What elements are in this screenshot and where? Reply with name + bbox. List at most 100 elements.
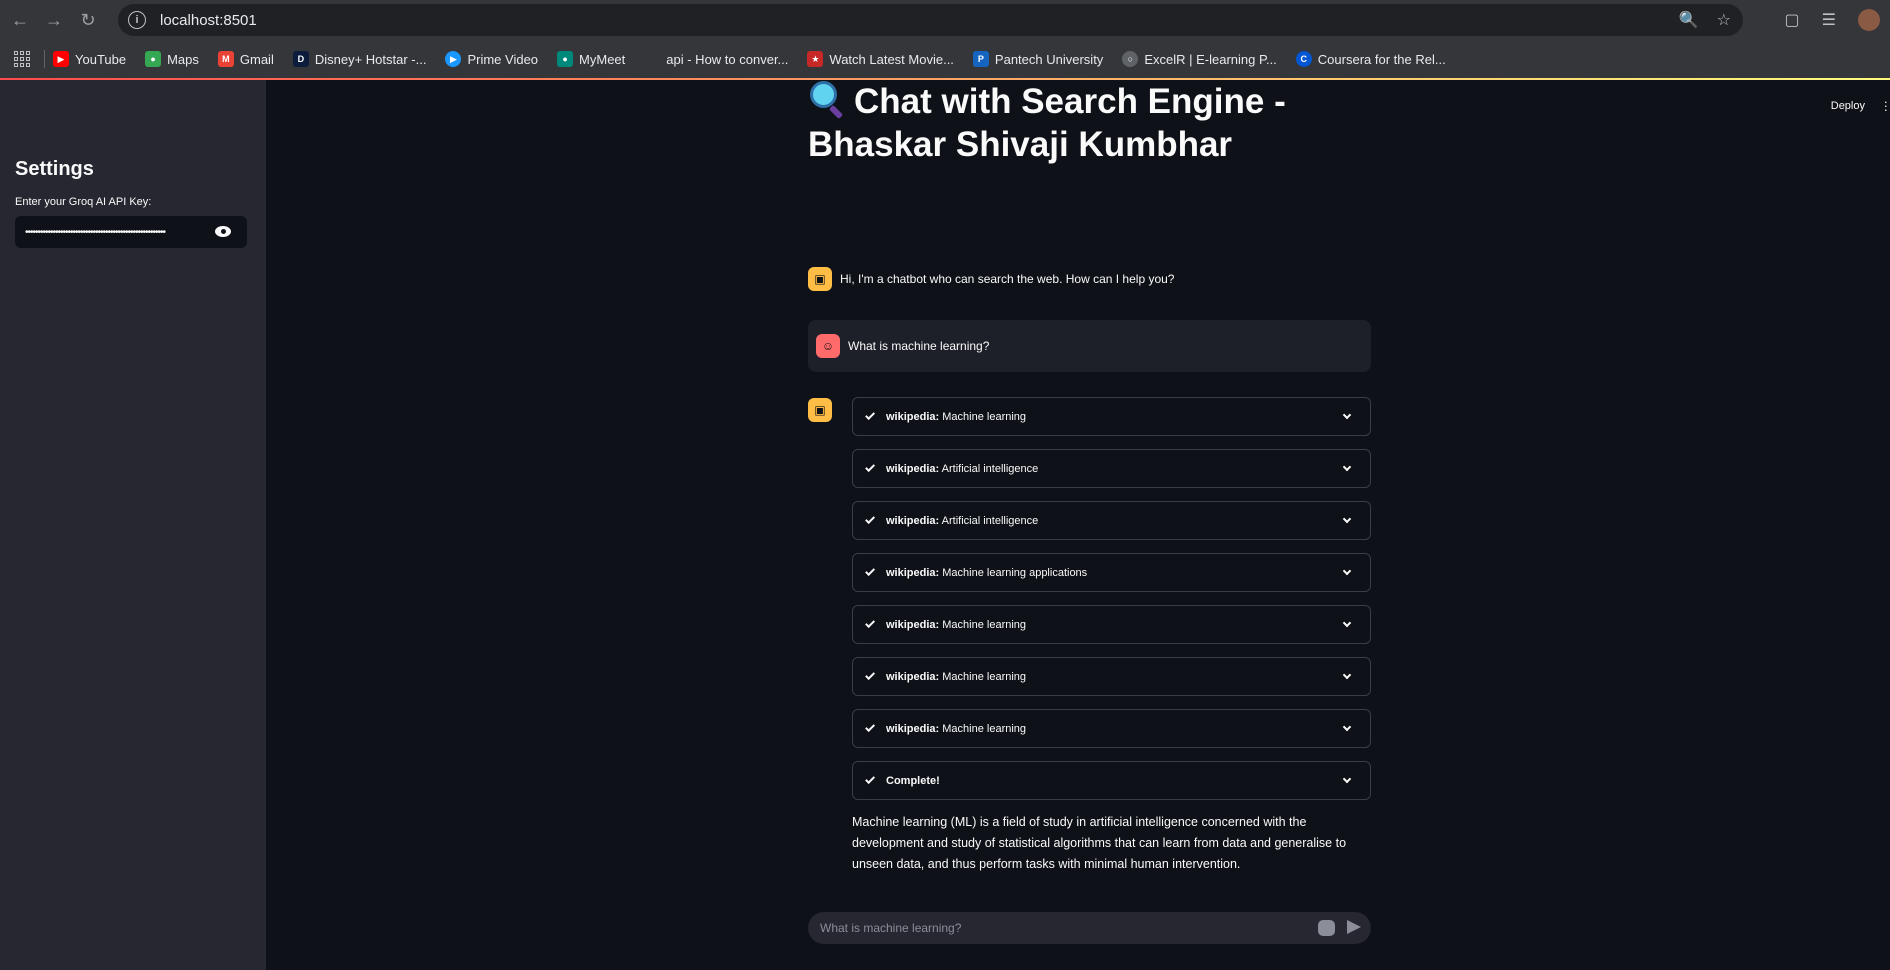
chevron-down-icon[interactable] <box>1342 410 1352 420</box>
api-key-input[interactable]: ••••••••••••••••••••••••••••••••••••••••… <box>15 216 247 248</box>
expander-query: Machine learning <box>942 410 1027 423</box>
checkmark-icon <box>865 514 876 525</box>
expander-label: wikipedia: Machine learning <box>886 723 1026 735</box>
bookmark-pantech[interactable]: P Pantech University <box>972 51 1103 67</box>
status-expander[interactable]: wikipedia: Machine learning <box>852 709 1371 748</box>
assistant-message-text: Hi, I'm a chatbot who can search the web… <box>840 272 1175 286</box>
expander-tool: wikipedia: <box>886 618 940 631</box>
chevron-down-icon[interactable] <box>1342 722 1352 732</box>
send-icon[interactable] <box>1347 920 1361 934</box>
bookmark-movies[interactable]: ★ Watch Latest Movie... <box>807 51 954 67</box>
browser-toolbar: ← → ↻ i localhost:8501 🔍 ☆ ▢ ☰ <box>0 0 1890 40</box>
expander-label: wikipedia: Artificial intelligence <box>886 515 1038 527</box>
expander-label: Complete! <box>886 775 940 787</box>
bookmark-star-icon[interactable]: ☆ <box>1717 10 1731 30</box>
expander-tool: Complete! <box>886 774 940 787</box>
checkmark-icon <box>865 670 876 681</box>
checkmark-icon <box>865 462 876 473</box>
expander-label: wikipedia: Machine learning applications <box>886 567 1087 579</box>
bookmark-coursera[interactable]: C Coursera for the Rel... <box>1295 51 1446 67</box>
expander-tool: wikipedia: <box>886 722 940 735</box>
address-url[interactable]: localhost:8501 <box>160 12 257 29</box>
expander-tool: wikipedia: <box>886 410 940 423</box>
user-avatar-icon: ☺ <box>816 334 840 358</box>
status-expander[interactable]: wikipedia: Machine learning <box>852 605 1371 644</box>
page-title: Chat with Search Engine - Bhaskar Shivaj… <box>808 80 1328 166</box>
bookmark-prime-video[interactable]: ▶ Prime Video <box>445 51 538 67</box>
pantech-icon: P <box>972 51 989 67</box>
bot-avatar-icon: ▣ <box>808 267 832 291</box>
expander-query: Machine learning <box>942 618 1027 631</box>
api-key-label: Enter your Groq AI API Key: <box>15 196 152 208</box>
bookmark-mymeet[interactable]: ● MyMeet <box>557 51 625 67</box>
show-password-eye-icon[interactable] <box>215 226 231 237</box>
apps-grid-icon[interactable] <box>14 51 30 67</box>
bookmark-excelr[interactable]: ○ ExcelR | E-learning P... <box>1122 51 1277 67</box>
zoom-icon[interactable]: 🔍 <box>1679 10 1699 30</box>
chat-message-assistant: ▣ Hi, I'm a chatbot who can search the w… <box>808 267 1371 291</box>
deploy-button[interactable]: Deploy <box>1831 100 1865 112</box>
expander-label: wikipedia: Artificial intelligence <box>886 463 1038 475</box>
bookmark-maps[interactable]: ● Maps <box>145 51 199 67</box>
chevron-down-icon[interactable] <box>1342 774 1352 784</box>
media-controls-icon[interactable]: ☰ <box>1822 10 1836 30</box>
api-key-value[interactable]: ••••••••••••••••••••••••••••••••••••••••… <box>25 227 215 238</box>
checkmark-icon <box>865 774 876 785</box>
chat-input-placeholder[interactable]: What is machine learning? <box>820 921 961 935</box>
profile-avatar[interactable] <box>1858 9 1880 31</box>
chevron-down-icon[interactable] <box>1342 514 1352 524</box>
chevron-down-icon[interactable] <box>1342 618 1352 628</box>
maps-icon: ● <box>145 51 162 67</box>
expander-label: wikipedia: Machine learning <box>886 671 1026 683</box>
expander-tool: wikipedia: <box>886 566 940 579</box>
status-expander[interactable]: wikipedia: Artificial intelligence <box>852 501 1371 540</box>
user-message-text: What is machine learning? <box>848 339 990 353</box>
expander-query: Machine learning <box>942 670 1027 683</box>
site-info-icon[interactable]: i <box>128 11 146 29</box>
chevron-down-icon[interactable] <box>1342 670 1352 680</box>
bookmark-gmail[interactable]: M Gmail <box>217 51 274 67</box>
back-arrow-icon[interactable]: ← <box>6 6 34 34</box>
status-expander[interactable]: wikipedia: Machine learning applications <box>852 553 1371 592</box>
meet-icon: ● <box>557 51 574 67</box>
status-expander[interactable]: wikipedia: Artificial intelligence <box>852 449 1371 488</box>
chat-input[interactable]: What is machine learning? <box>808 912 1371 944</box>
sidebar-title: Settings <box>15 158 94 180</box>
magnifying-glass-icon <box>808 81 846 120</box>
gmail-icon: M <box>217 51 234 67</box>
expander-tool: wikipedia: <box>886 514 940 527</box>
reload-icon[interactable]: ↻ <box>74 6 102 34</box>
bookmark-stackoverflow[interactable]: api - How to conver... <box>644 51 788 67</box>
checkmark-icon <box>865 566 876 577</box>
status-expander[interactable]: wikipedia: Machine learning <box>852 657 1371 696</box>
status-expander[interactable]: Complete! <box>852 761 1371 800</box>
chevron-down-icon[interactable] <box>1342 462 1352 472</box>
expander-query: Artificial intelligence <box>941 514 1039 527</box>
globe-icon: ○ <box>1122 51 1139 67</box>
bookmarks-bar: ▶ YouTube ● Maps M Gmail D Disney+ Hotstar -… <box>0 40 1890 78</box>
stackoverflow-icon <box>644 51 660 67</box>
bookmark-youtube[interactable]: ▶ YouTube <box>53 51 126 67</box>
forward-arrow-icon[interactable]: → <box>40 6 68 34</box>
status-expander[interactable]: wikipedia: Machine learning <box>852 397 1371 436</box>
chevron-down-icon[interactable] <box>1342 566 1352 576</box>
expander-query: Artificial intelligence <box>941 462 1039 475</box>
address-bar[interactable]: i localhost:8501 🔍 ☆ <box>118 4 1743 36</box>
hotstar-icon: D <box>292 51 309 67</box>
chat-message-user: ☺ What is machine learning? <box>808 320 1371 372</box>
checkmark-icon <box>865 618 876 629</box>
extensions-icon[interactable]: ▢ <box>1785 10 1800 30</box>
bookmark-hotstar[interactable]: D Disney+ Hotstar -... <box>292 51 426 67</box>
expander-tool: wikipedia: <box>886 670 940 683</box>
movie-icon: ★ <box>807 51 824 67</box>
checkmark-icon <box>865 410 876 421</box>
expander-label: wikipedia: Machine learning <box>886 411 1026 423</box>
expander-label: wikipedia: Machine learning <box>886 619 1026 631</box>
page-title-text: Chat with Search Engine - Bhaskar Shivaj… <box>808 82 1286 164</box>
answer-text: Machine learning (ML) is a field of stud… <box>852 815 1347 871</box>
expander-query: Machine learning <box>942 722 1027 735</box>
expander-query: Machine learning applications <box>942 566 1088 579</box>
main-menu-icon[interactable]: · · · <box>1884 95 1888 116</box>
youtube-icon: ▶ <box>53 51 69 67</box>
bookmarks-divider <box>44 50 45 68</box>
